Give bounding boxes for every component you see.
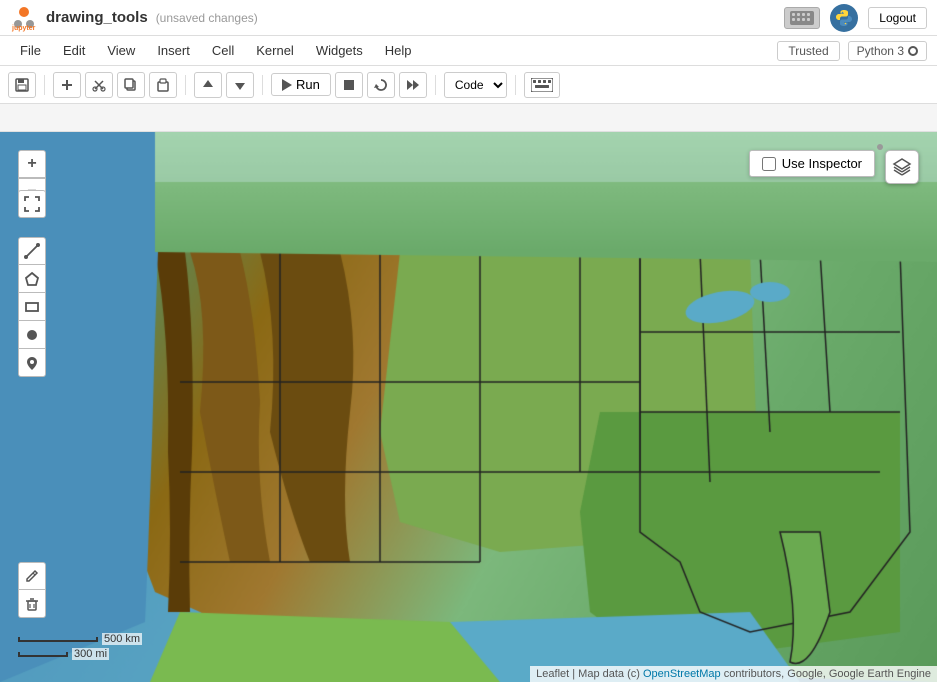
menu-kernel[interactable]: Kernel (246, 40, 304, 61)
scale-control: 500 km 300 mi (18, 633, 142, 660)
map-canvas (0, 132, 937, 682)
marker-icon (24, 355, 40, 371)
menu-widgets[interactable]: Widgets (306, 40, 373, 61)
move-down-button[interactable] (226, 72, 254, 98)
cell-type-select[interactable]: Code (444, 72, 507, 98)
divider-3 (262, 75, 263, 95)
fullscreen-icon (24, 196, 40, 212)
cut-icon (92, 78, 106, 92)
svg-text:jupyter: jupyter (11, 25, 36, 32)
restart-icon (374, 78, 388, 92)
delete-layers-button[interactable] (18, 590, 46, 618)
draw-circle-button[interactable] (18, 321, 46, 349)
map-container: + − (0, 132, 937, 682)
save-button[interactable] (8, 72, 36, 98)
layers-control[interactable] (885, 150, 919, 184)
menu-edit[interactable]: Edit (53, 40, 95, 61)
dot-indicator (877, 144, 883, 150)
kernel-circle-icon (908, 46, 918, 56)
menu-file[interactable]: File (10, 40, 51, 61)
divider-2 (185, 75, 186, 95)
notebook-title: drawing_tools (46, 9, 148, 26)
add-icon (60, 78, 74, 92)
polyline-icon (24, 243, 40, 259)
polygon-icon (24, 271, 40, 287)
rectangle-icon (24, 299, 40, 315)
top-bar-left: jupyter drawing_tools (unsaved changes) (10, 4, 258, 32)
use-inspector-button[interactable]: Use Inspector (749, 150, 875, 177)
scale-300mi-label: 300 mi (72, 648, 109, 660)
scale-500km-label: 500 km (102, 633, 142, 645)
divider-1 (44, 75, 45, 95)
top-bar-right: Logout (784, 4, 927, 32)
jupyter-logo-icon: jupyter (10, 4, 38, 32)
attribution: Leaflet | Map data (c) OpenStreetMap con… (530, 666, 937, 682)
circle-icon (24, 327, 40, 343)
layers-icon (892, 157, 912, 177)
add-cell-button[interactable] (53, 72, 81, 98)
attribution-rest: contributors, Google, Google Earth Engin… (724, 668, 931, 680)
run-label: Run (296, 77, 320, 92)
logout-button[interactable]: Logout (868, 7, 927, 29)
stop-button[interactable] (335, 72, 363, 98)
kernel-label: Python 3 (857, 44, 904, 58)
keyboard-shortcuts-icon (531, 78, 553, 92)
draw-polyline-button[interactable] (18, 237, 46, 265)
toolbar: Run Code (0, 66, 937, 104)
kernel-info: Python 3 (848, 41, 927, 61)
run-button[interactable]: Run (271, 73, 331, 96)
menu-insert[interactable]: Insert (147, 40, 200, 61)
trusted-badge: Trusted (777, 41, 839, 61)
restart-run-button[interactable] (399, 72, 427, 98)
unsaved-indicator: (unsaved changes) (156, 11, 258, 25)
python-logo (830, 4, 858, 32)
copy-button[interactable] (117, 72, 145, 98)
zoom-in-button[interactable]: + (18, 150, 46, 178)
move-up-button[interactable] (194, 72, 222, 98)
draw-tools (18, 237, 46, 377)
menu-bar: File Edit View Insert Cell Kernel Widget… (0, 36, 937, 66)
restart-button[interactable] (367, 72, 395, 98)
inspector-label: Use Inspector (782, 156, 862, 171)
openstreetmap-link[interactable]: OpenStreetMap (643, 668, 721, 680)
copy-icon (124, 78, 138, 92)
python-icon (834, 8, 854, 28)
arrow-down-icon (233, 78, 247, 92)
fullscreen-button[interactable] (18, 190, 46, 218)
top-bar: jupyter drawing_tools (unsaved changes) (0, 0, 937, 36)
paste-icon (156, 78, 170, 92)
keyboard-symbol (790, 11, 814, 25)
attribution-text: Leaflet | Map data (c) (536, 668, 640, 680)
paste-button[interactable] (149, 72, 177, 98)
edit-tools (18, 562, 46, 618)
play-icon (282, 79, 292, 91)
menu-help[interactable]: Help (375, 40, 422, 61)
keyboard-icon (784, 7, 820, 29)
menu-view[interactable]: View (97, 40, 145, 61)
menu-bar-right: Trusted Python 3 (777, 41, 927, 61)
menu-cell[interactable]: Cell (202, 40, 244, 61)
arrow-up-icon (201, 78, 215, 92)
inspector-checkbox[interactable] (762, 157, 776, 171)
divider-5 (515, 75, 516, 95)
stop-icon (343, 79, 355, 91)
draw-marker-button[interactable] (18, 349, 46, 377)
edit-icon (25, 569, 39, 583)
draw-polygon-button[interactable] (18, 265, 46, 293)
cell-area (0, 104, 937, 132)
fast-forward-icon (406, 78, 420, 92)
save-icon (15, 78, 29, 92)
edit-layers-button[interactable] (18, 562, 46, 590)
cut-button[interactable] (85, 72, 113, 98)
draw-rectangle-button[interactable] (18, 293, 46, 321)
trash-icon (25, 597, 39, 611)
divider-4 (435, 75, 436, 95)
keyboard-shortcuts-button[interactable] (524, 72, 560, 98)
jupyter-logo: jupyter (10, 4, 38, 32)
